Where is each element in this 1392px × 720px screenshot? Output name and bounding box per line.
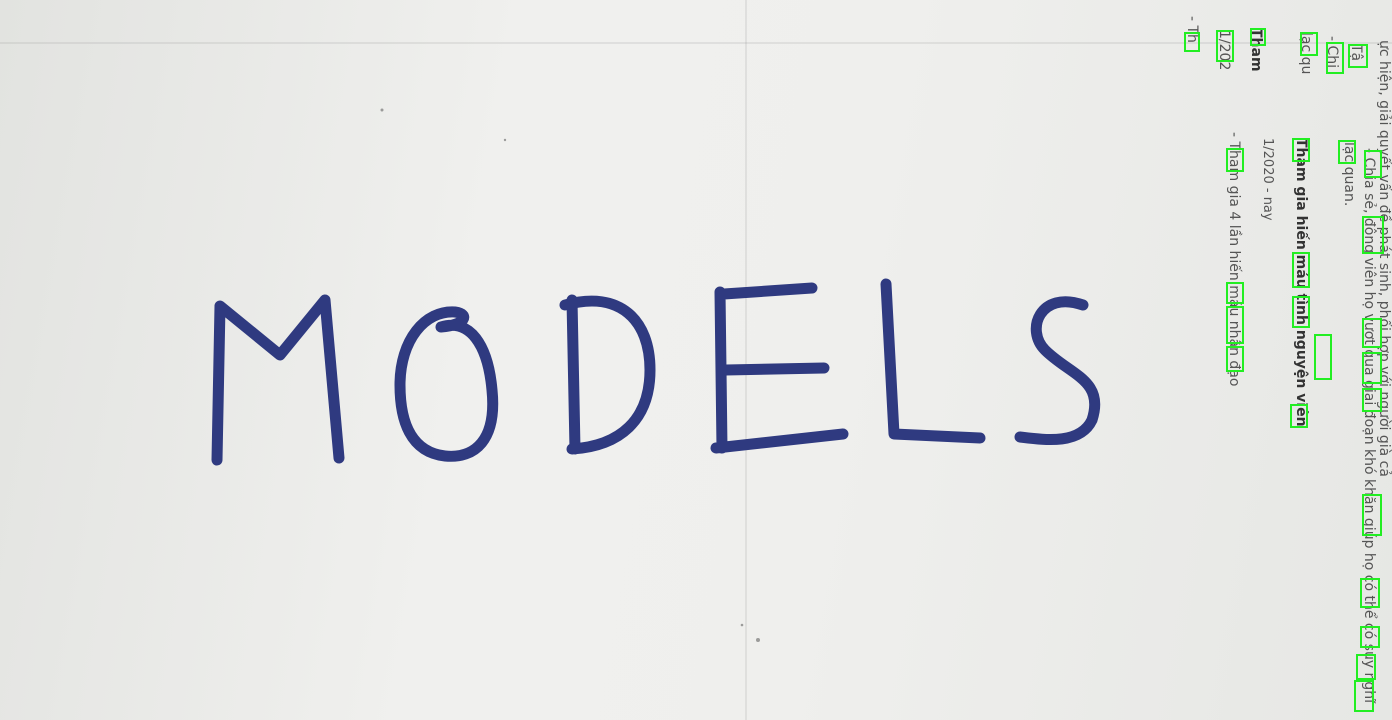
detection-box <box>1362 388 1382 412</box>
ink-speck <box>756 638 760 642</box>
detection-box <box>1300 32 1318 56</box>
detection-box <box>1314 334 1332 380</box>
detection-box <box>1338 140 1356 164</box>
detection-box <box>1226 282 1244 304</box>
detection-box <box>1292 138 1310 162</box>
detection-box <box>1326 42 1344 74</box>
detection-box <box>1216 30 1234 62</box>
detection-box <box>1356 654 1376 680</box>
ink-speck <box>503 138 507 142</box>
detection-box <box>1226 346 1244 372</box>
detection-box <box>1348 44 1368 68</box>
detection-box <box>1292 296 1310 328</box>
detection-box <box>1360 578 1380 608</box>
detection-box <box>1292 252 1310 288</box>
detection-box <box>1362 494 1382 536</box>
detection-box <box>1354 680 1374 712</box>
detection-box <box>1290 404 1308 428</box>
letter-m-stroke <box>211 294 345 466</box>
detection-box <box>1250 28 1266 46</box>
letter-e-stroke <box>710 282 849 454</box>
detection-box <box>1362 352 1382 384</box>
detection-box <box>1226 306 1244 344</box>
letter-s-stroke <box>1014 296 1101 446</box>
handwritten-models-drawing <box>211 108 1101 642</box>
ink-speck <box>740 623 744 627</box>
letter-l-stroke <box>880 278 986 444</box>
text-line-date: 1/2020 - nay <box>1260 138 1275 221</box>
letter-d-stroke <box>559 294 656 455</box>
detection-box <box>1362 318 1382 348</box>
detection-box <box>1364 150 1382 178</box>
ink-speck <box>380 108 384 112</box>
detection-box <box>1362 216 1384 254</box>
detection-box <box>1360 626 1380 648</box>
letter-o-stroke <box>394 306 499 462</box>
detection-box <box>1226 148 1244 172</box>
detection-box <box>1184 32 1200 52</box>
